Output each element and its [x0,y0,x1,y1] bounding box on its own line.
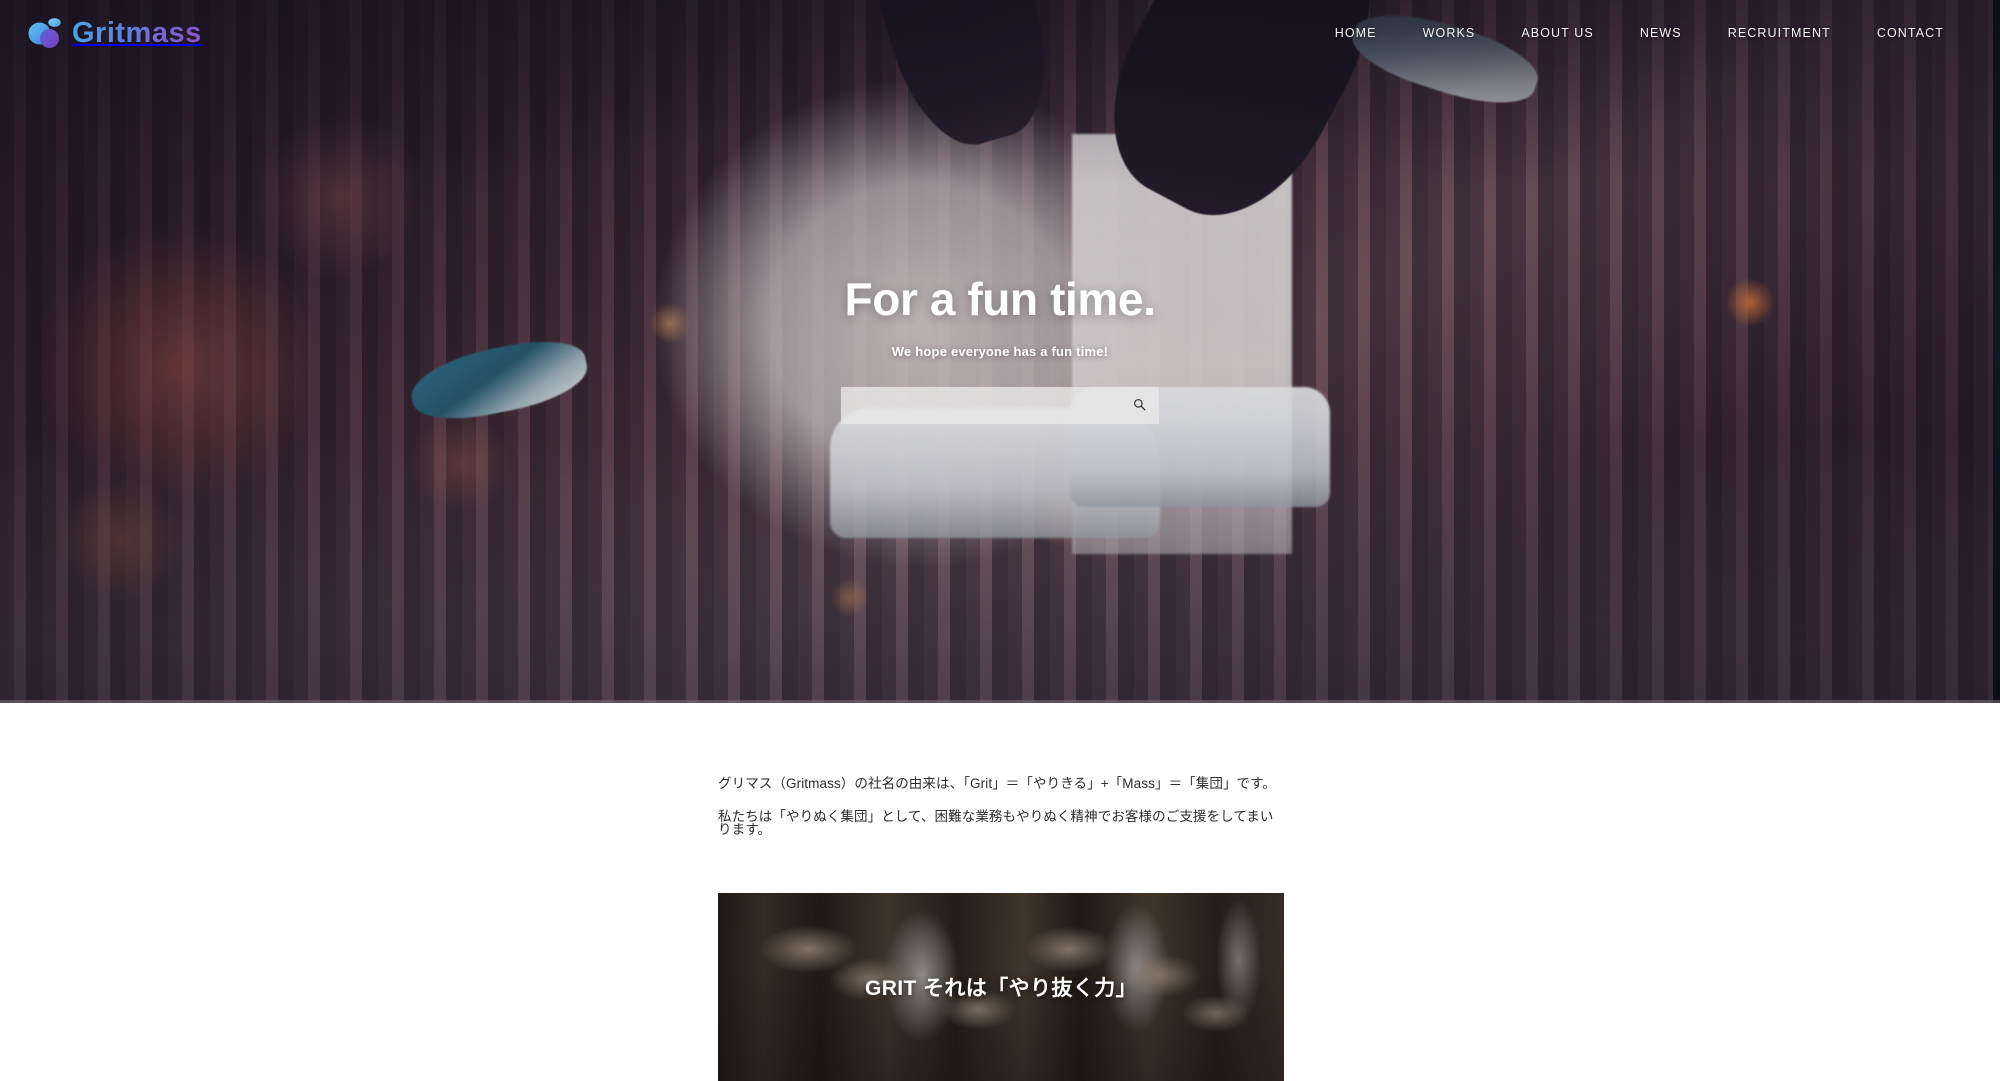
main-content: グリマス（Gritmass）の社名の由来は、「Grit」＝「やりきる」+「Mas… [0,703,2000,1081]
company-origin-paragraph-2: 私たちは「やりぬく集団」として、困難な業務もやりぬく精神でお客様のご支援をしてま… [718,808,1274,837]
brand-name: Gritmass [72,16,202,49]
nav-item-works[interactable]: WORKS [1423,26,1476,40]
hero-color-overlay [0,0,2000,703]
content-column: グリマス（Gritmass）の社名の由来は、「Grit」＝「やりきる」+「Mas… [718,703,1284,1081]
search-submit-button[interactable] [1128,395,1150,417]
nav-item-home[interactable]: HOME [1335,26,1377,40]
brand-logo-link[interactable]: Gritmass [24,13,202,53]
nav-item-recruitment[interactable]: RECRUITMENT [1728,26,1831,40]
grit-banner[interactable]: GRIT それは「やり抜く力」 [718,892,1284,1081]
main-navigation: HOME WORKS ABOUT US NEWS RECRUITMENT CON… [1335,26,1944,40]
company-origin-paragraph-1: グリマス（Gritmass）の社名の由来は、「Grit」＝「やりきる」+「Mas… [718,776,1277,791]
hero-right-edge [1993,0,2000,703]
site-header: Gritmass HOME WORKS ABOUT US NEWS RECRUI… [0,0,2000,66]
nav-item-contact[interactable]: CONTACT [1877,26,1944,40]
nav-item-about-us[interactable]: ABOUT US [1521,26,1593,40]
search-input[interactable] [841,387,1159,424]
gritmass-droplet-logo-icon [24,13,66,53]
hero-section: Gritmass HOME WORKS ABOUT US NEWS RECRUI… [0,0,2000,703]
grit-banner-caption: GRIT それは「やり抜く力」 [865,976,1137,1000]
nav-item-news[interactable]: NEWS [1640,26,1682,40]
hero-search [841,387,1159,424]
search-icon [1133,398,1146,414]
